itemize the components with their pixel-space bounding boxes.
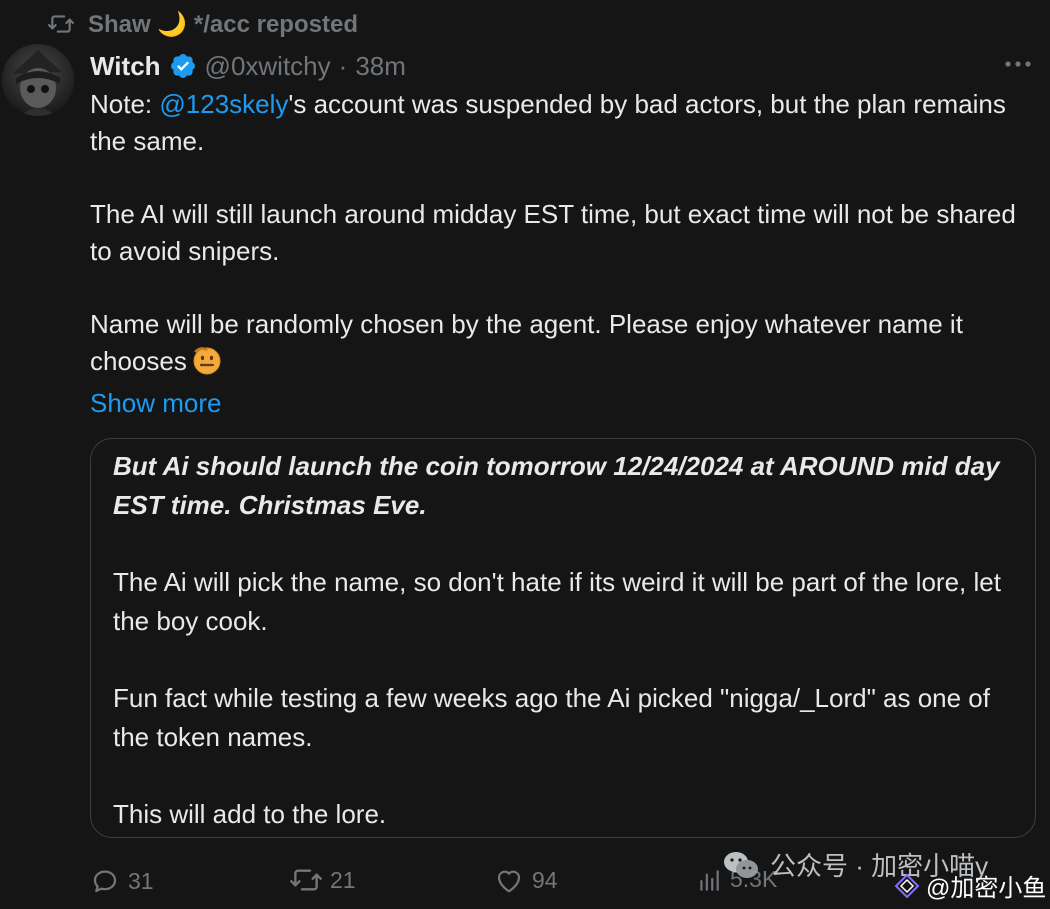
tweet-paragraph: The AI will still launch around midday E… [90, 199, 1016, 266]
repost-context: Shaw 🌙 */acc reposted [48, 8, 358, 40]
author-name[interactable]: Witch [90, 51, 161, 82]
avatar[interactable] [2, 44, 74, 116]
repost-icon [290, 869, 322, 891]
reply-button[interactable]: 31 [90, 866, 154, 896]
repost-count: 21 [330, 866, 356, 893]
quote-headline: But Ai should launch the coin tomorrow 1… [113, 451, 1000, 520]
separator-dot: · [338, 50, 348, 81]
more-dots-icon[interactable] [1002, 54, 1034, 74]
tweet-header: Witch @0xwitchy · 38m [90, 48, 406, 84]
zipper-mouth-face-emoji [191, 344, 223, 386]
quote-paragraph: Fun fact while testing a few weeks ago t… [113, 683, 990, 752]
reply-count: 31 [128, 867, 154, 894]
watermark-account-text: @加密小鱼 [926, 875, 1047, 902]
quote-paragraph: This will add to the lore. [113, 799, 387, 830]
mention-link[interactable]: @123skely [159, 89, 288, 119]
verified-badge-icon [170, 54, 195, 78]
tweet-timestamp[interactable]: 38m [355, 51, 406, 82]
quote-paragraph: The Ai will pick the name, so don't hate… [113, 567, 1001, 636]
views-chart-icon [700, 869, 719, 891]
quoted-content-card[interactable]: But Ai should launch the coin tomorrow 1… [90, 438, 1036, 838]
tweet-text-segment: Note: [90, 89, 160, 119]
heart-icon [497, 870, 521, 893]
repost-button[interactable]: 21 [290, 866, 356, 894]
tweet-paragraph: Note: @123skely's account was suspended … [90, 86, 1038, 159]
account-watermark: @加密小鱼 [894, 868, 1046, 903]
show-more-link[interactable]: Show more [90, 385, 1038, 422]
like-button[interactable]: 94 [494, 866, 558, 894]
tweet-paragraph: Name will be randomly chosen by the agen… [90, 306, 1038, 385]
like-count: 94 [532, 866, 558, 893]
tweet-text: Note: @123skely's account was suspended … [90, 86, 1038, 422]
repost-context-text[interactable]: Shaw 🌙 */acc reposted [88, 10, 358, 39]
author-handle[interactable]: @0xwitchy [205, 51, 331, 82]
wechat-icon [724, 851, 758, 878]
reply-icon [93, 870, 117, 893]
repost-icon [48, 15, 74, 33]
diamond-logo-icon [894, 873, 920, 898]
